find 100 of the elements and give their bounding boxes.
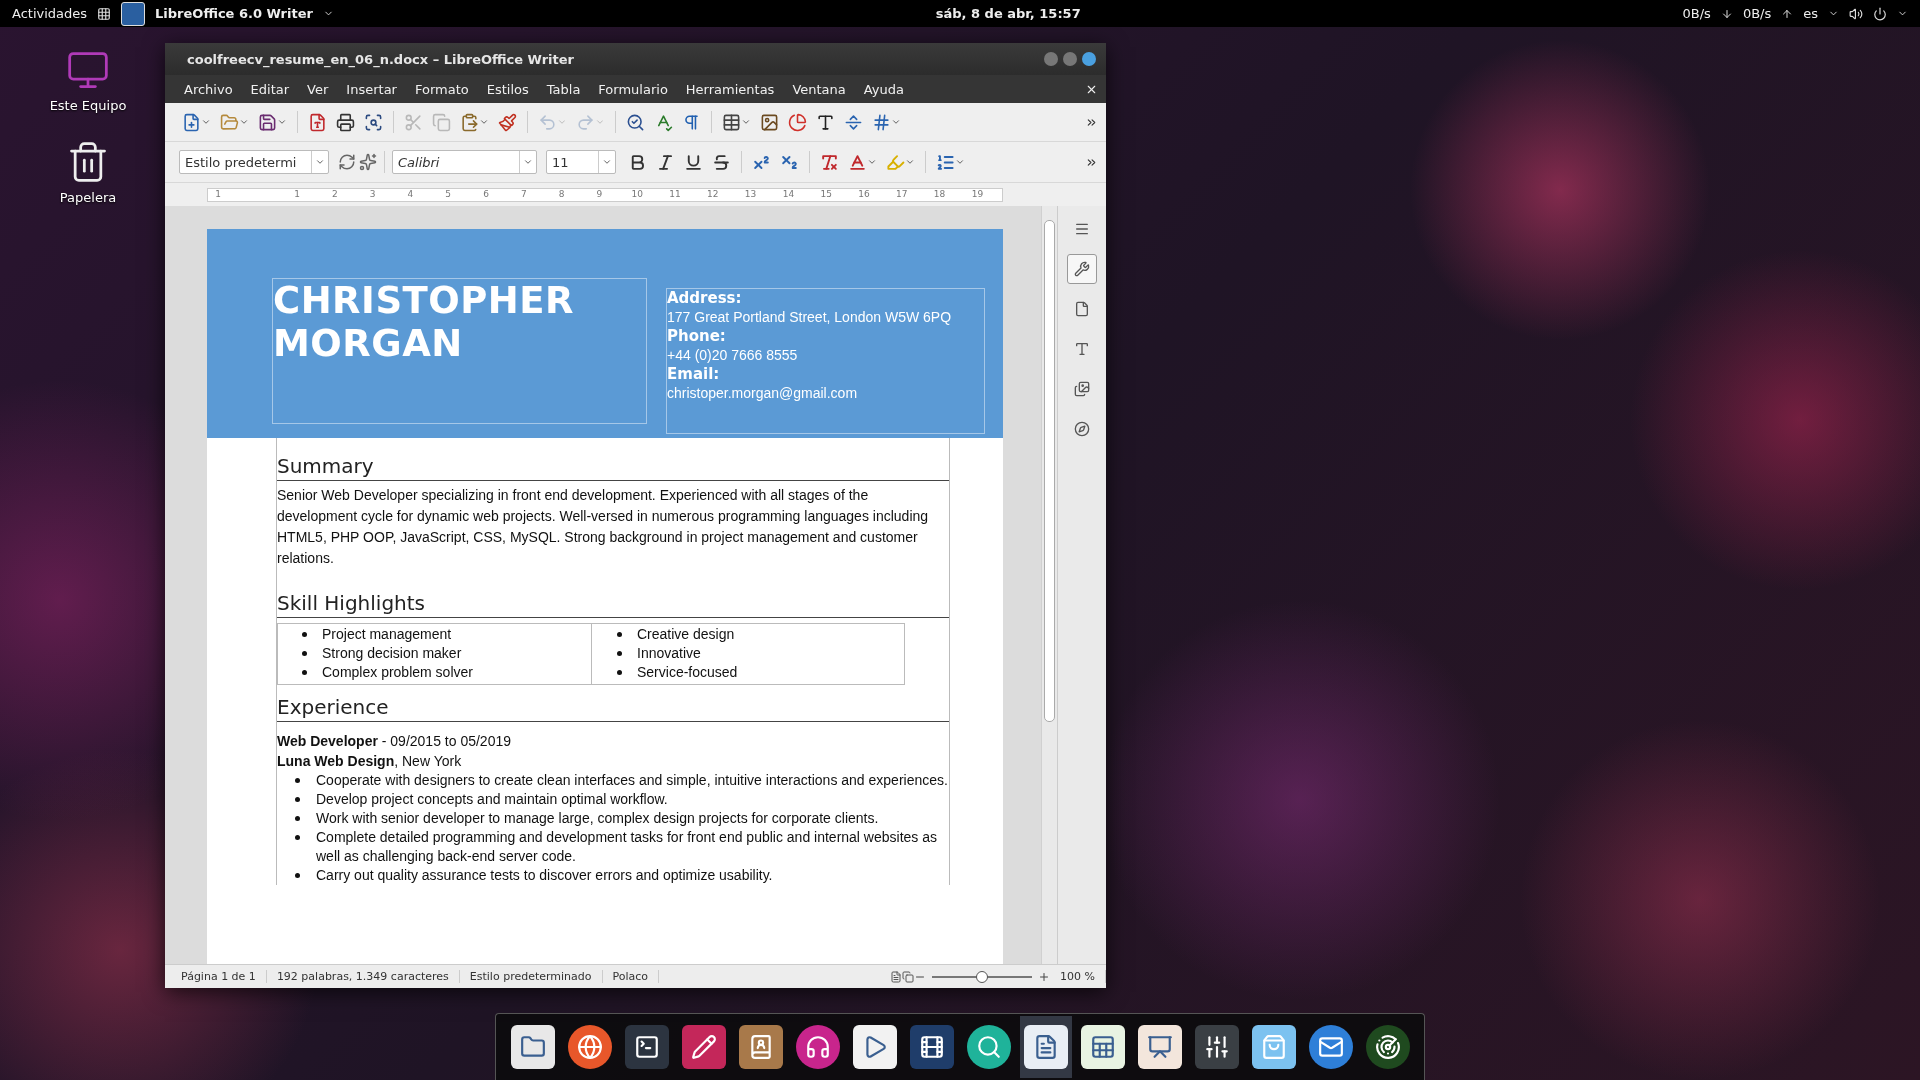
menu-item[interactable]: Estilos — [477, 81, 538, 97]
sliders-icon[interactable] — [1194, 1025, 1239, 1069]
open-folder-icon[interactable] — [220, 112, 239, 132]
activities-button[interactable]: Actividades — [12, 6, 88, 21]
menu-item[interactable]: Editar — [241, 81, 299, 97]
paragraph-style-field[interactable]: Estilo predetermi — [179, 150, 329, 174]
table-icon[interactable] — [722, 112, 741, 132]
presentation-icon[interactable] — [1137, 1025, 1182, 1069]
mail-glyph-icon[interactable] — [1317, 1034, 1344, 1060]
caret-icon[interactable] — [315, 157, 325, 167]
play-icon[interactable] — [852, 1025, 897, 1069]
multi-page-view-icon[interactable] — [902, 970, 915, 983]
caret-icon[interactable] — [277, 117, 287, 127]
language-indicator[interactable]: es — [1803, 6, 1818, 21]
zoom-thumb[interactable] — [976, 970, 989, 983]
single-page-view-icon[interactable] — [890, 970, 903, 983]
desktop-icon-label[interactable]: Este Equipo — [49, 98, 127, 113]
save-icon[interactable] — [258, 112, 277, 132]
pencil-glyph-icon[interactable] — [690, 1034, 717, 1060]
skill-item: Strong decision maker — [322, 644, 462, 663]
wrench-icon[interactable] — [1074, 261, 1090, 277]
caret-icon[interactable] — [867, 157, 877, 167]
menu-item[interactable]: Herramientas — [676, 81, 784, 97]
text-language[interactable]: Polaco — [602, 970, 660, 983]
clock[interactable]: sáb, 8 de abr, 15:57 — [935, 6, 1081, 21]
spreadsheet-glyph-icon[interactable] — [1089, 1034, 1116, 1060]
globe-glyph-icon[interactable] — [576, 1034, 603, 1060]
field-icon[interactable] — [872, 112, 891, 132]
caret-icon[interactable] — [523, 157, 533, 167]
font-name-field[interactable]: Calibri — [392, 150, 537, 174]
terminal-icon[interactable] — [624, 1025, 669, 1069]
folder-icon[interactable] — [510, 1025, 555, 1069]
headphones-glyph-icon[interactable] — [804, 1034, 831, 1060]
document-app-icon[interactable] — [121, 1, 146, 26]
dock-slot[interactable] — [1019, 1016, 1072, 1078]
font-size-field[interactable]: 11 — [546, 150, 616, 174]
navigator-icon[interactable] — [1074, 421, 1090, 437]
download-rate: 0B/s — [1682, 6, 1711, 21]
mail-icon[interactable] — [1308, 1025, 1353, 1069]
contact-label: Phone: — [667, 327, 727, 346]
sliders-glyph-icon[interactable] — [1203, 1034, 1230, 1060]
shopping-bag-icon[interactable] — [1251, 1025, 1296, 1069]
wrench-tab[interactable] — [1067, 254, 1097, 284]
folder-glyph-icon[interactable] — [519, 1034, 546, 1060]
presentation-glyph-icon[interactable] — [1146, 1034, 1173, 1060]
new-document-icon[interactable] — [182, 112, 201, 132]
duty-item: Carry out quality assurance tests to discover errors and optimize usability. — [316, 866, 773, 885]
pencil-icon[interactable] — [681, 1025, 726, 1069]
menu-item[interactable]: Formato — [405, 81, 478, 97]
menu-item[interactable]: Insertar — [337, 81, 406, 97]
caret-icon[interactable] — [891, 117, 901, 127]
font-color-icon[interactable] — [848, 152, 867, 172]
scrollbar-thumb[interactable] — [1044, 220, 1055, 722]
menu-item[interactable]: Ver — [298, 81, 338, 97]
globe-icon[interactable] — [567, 1025, 612, 1069]
menu-item[interactable]: Tabla — [537, 81, 590, 97]
list-icon[interactable] — [936, 152, 955, 172]
ruler-number: 15 — [820, 188, 832, 199]
text-document-icon[interactable] — [1023, 1025, 1068, 1069]
gallery-icon[interactable] — [1074, 381, 1090, 397]
caret-icon[interactable] — [955, 157, 965, 167]
maximize-button[interactable] — [1063, 52, 1077, 66]
contacts-book-icon[interactable] — [738, 1025, 783, 1069]
menu-item[interactable]: Ventana — [783, 81, 855, 97]
app-grid-icon[interactable] — [97, 6, 112, 21]
caret-icon[interactable] — [201, 117, 211, 127]
caret-icon[interactable] — [741, 117, 751, 127]
ruler-number: 1 — [294, 188, 300, 199]
terminal-glyph-icon[interactable] — [633, 1034, 660, 1060]
menu-item[interactable]: Ayuda — [854, 81, 913, 97]
menu-item[interactable]: Formulario — [589, 81, 677, 97]
duty-item: Cooperate with designers to create clean interfaces and simple, intuitive interactions and experiences. — [316, 771, 948, 790]
volume-icon[interactable] — [1849, 6, 1863, 21]
caret-icon[interactable] — [239, 117, 249, 127]
caret-icon[interactable] — [602, 157, 612, 167]
new-style-icon[interactable] — [359, 153, 377, 171]
styles-icon[interactable] — [1074, 341, 1090, 357]
menu-icon[interactable] — [1074, 221, 1090, 237]
caret-icon[interactable] — [479, 117, 489, 127]
headphones-icon[interactable] — [795, 1025, 840, 1069]
menu-item[interactable]: Archivo — [175, 81, 242, 97]
film-glyph-icon[interactable] — [918, 1034, 945, 1060]
close-button[interactable] — [1082, 52, 1096, 66]
update-style-icon[interactable] — [338, 153, 356, 171]
film-icon[interactable] — [909, 1025, 954, 1069]
app-menu[interactable]: LibreOffice 6.0 Writer — [155, 6, 313, 21]
ruler[interactable]: 1 1 2 3 4 5 6 7 8 9 10 11 12 13 14 15 16 17 18 19 — [207, 187, 1003, 202]
ruler-number: 6 — [483, 188, 489, 199]
radar-icon[interactable] — [1365, 1025, 1410, 1069]
search-icon[interactable] — [966, 1025, 1011, 1069]
desktop-icon-label[interactable]: Papelera — [59, 190, 117, 205]
spreadsheet-icon[interactable] — [1080, 1025, 1125, 1069]
paste-icon[interactable] — [460, 112, 479, 132]
caret-icon[interactable] — [905, 157, 915, 167]
power-icon[interactable] — [1873, 6, 1887, 21]
ruler-number: 11 — [669, 188, 681, 199]
zoom-in-icon[interactable] — [1038, 970, 1051, 983]
radar-glyph-icon[interactable] — [1374, 1034, 1401, 1060]
page-icon[interactable] — [1074, 301, 1090, 317]
minimize-button[interactable] — [1044, 52, 1058, 66]
